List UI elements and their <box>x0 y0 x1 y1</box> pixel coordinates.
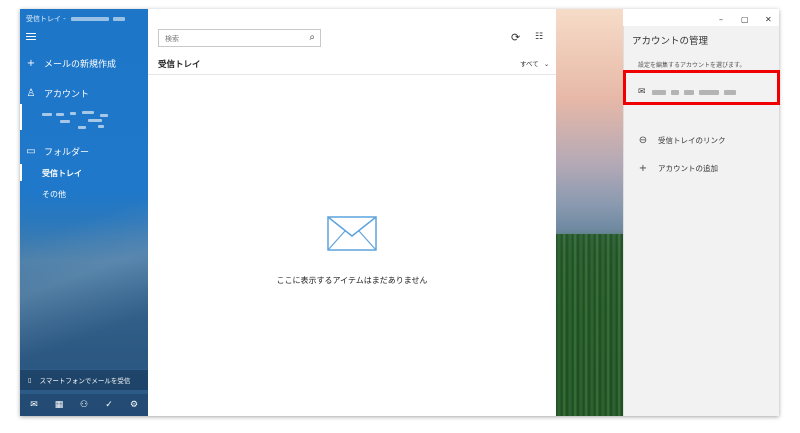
sidebar-background-mountain <box>20 199 148 369</box>
window-title: 受信トレイ - <box>26 14 126 24</box>
folders-label: フォルダー <box>44 148 90 158</box>
get-mail-on-phone-link[interactable]: ▯ スマートフォンでメールを受信 <box>20 370 148 390</box>
sidebar: 受信トレイ - + メールの新規作成 ♙ アカウント ▭ フォルダー 受信トレイ… <box>20 9 148 416</box>
link-inboxes-button[interactable]: ⊖ 受信トレイのリンク <box>638 135 726 146</box>
background-trees <box>556 234 623 416</box>
account-entry-redacted[interactable] <box>42 111 122 133</box>
folders-button[interactable]: ▭ フォルダー <box>26 145 89 158</box>
panel-title: アカウントの管理 <box>632 36 709 47</box>
todo-icon[interactable]: ✓ <box>102 400 116 410</box>
filter-label: すべて <box>520 60 539 68</box>
panel-description: 設定を編集するアカウントを選びます。 <box>638 62 746 69</box>
chevron-down-icon: ⌄ <box>543 60 550 68</box>
people-icon[interactable]: ⚇ <box>77 400 91 410</box>
search-input[interactable]: 検索 ⌕ <box>158 29 321 47</box>
bottom-nav: ✉ ▦ ⚇ ✓ ⚙ <box>20 394 148 416</box>
divider <box>148 74 556 75</box>
minimize-icon[interactable]: – <box>719 15 723 24</box>
accounts-label: アカウント <box>44 90 90 100</box>
filter-dropdown[interactable]: すべて ⌄ <box>520 58 549 68</box>
link-inboxes-label: 受信トレイのリンク <box>658 136 726 145</box>
account-selected-marker <box>20 104 22 130</box>
link-icon: ⊖ <box>638 135 648 146</box>
empty-envelope-icon <box>327 216 377 251</box>
accounts-button[interactable]: ♙ アカウント <box>26 87 90 100</box>
settings-icon[interactable]: ⚙ <box>127 400 141 410</box>
add-account-button[interactable]: + アカウントの追加 <box>638 163 718 174</box>
search-icon[interactable]: ⌕ <box>309 32 315 43</box>
sync-icon[interactable]: ⟳ <box>511 31 520 44</box>
plus-icon: + <box>26 57 36 69</box>
add-account-label: アカウントの追加 <box>658 164 718 173</box>
calendar-icon[interactable]: ▦ <box>52 400 66 410</box>
folder-icon: ▭ <box>26 145 36 157</box>
redacted-account-name <box>71 17 109 21</box>
compose-new-mail-button[interactable]: + メールの新規作成 <box>26 57 116 70</box>
close-icon[interactable]: ✕ <box>765 15 772 24</box>
folder-title: 受信トレイ <box>158 60 201 70</box>
compose-label: メールの新規作成 <box>44 60 117 70</box>
phone-icon: ▯ <box>28 376 32 384</box>
empty-state-message: ここに表示するアイテムはまだありません <box>276 276 428 285</box>
hamburger-menu-button[interactable] <box>26 33 36 41</box>
message-list-pane: 検索 ⌕ ⟳ ☷ 受信トレイ すべて ⌄ ここに表示するアイテムはまだありません <box>148 9 556 416</box>
folder-item-other[interactable]: その他 <box>42 189 66 200</box>
restore-icon[interactable]: ▢ <box>741 15 749 24</box>
plus-icon: + <box>638 163 648 174</box>
phone-label: スマートフォンでメールを受信 <box>39 377 131 385</box>
select-mode-icon[interactable]: ☷ <box>535 32 543 42</box>
window-title-text: 受信トレイ - <box>26 15 66 23</box>
folder-selected-marker <box>20 164 22 181</box>
redacted-account-name-part <box>113 17 126 21</box>
highlight-box <box>623 70 780 105</box>
folder-item-inbox[interactable]: 受信トレイ <box>42 168 82 179</box>
mail-icon[interactable]: ✉ <box>27 400 41 410</box>
person-icon: ♙ <box>26 87 36 99</box>
search-placeholder: 検索 <box>165 35 179 43</box>
